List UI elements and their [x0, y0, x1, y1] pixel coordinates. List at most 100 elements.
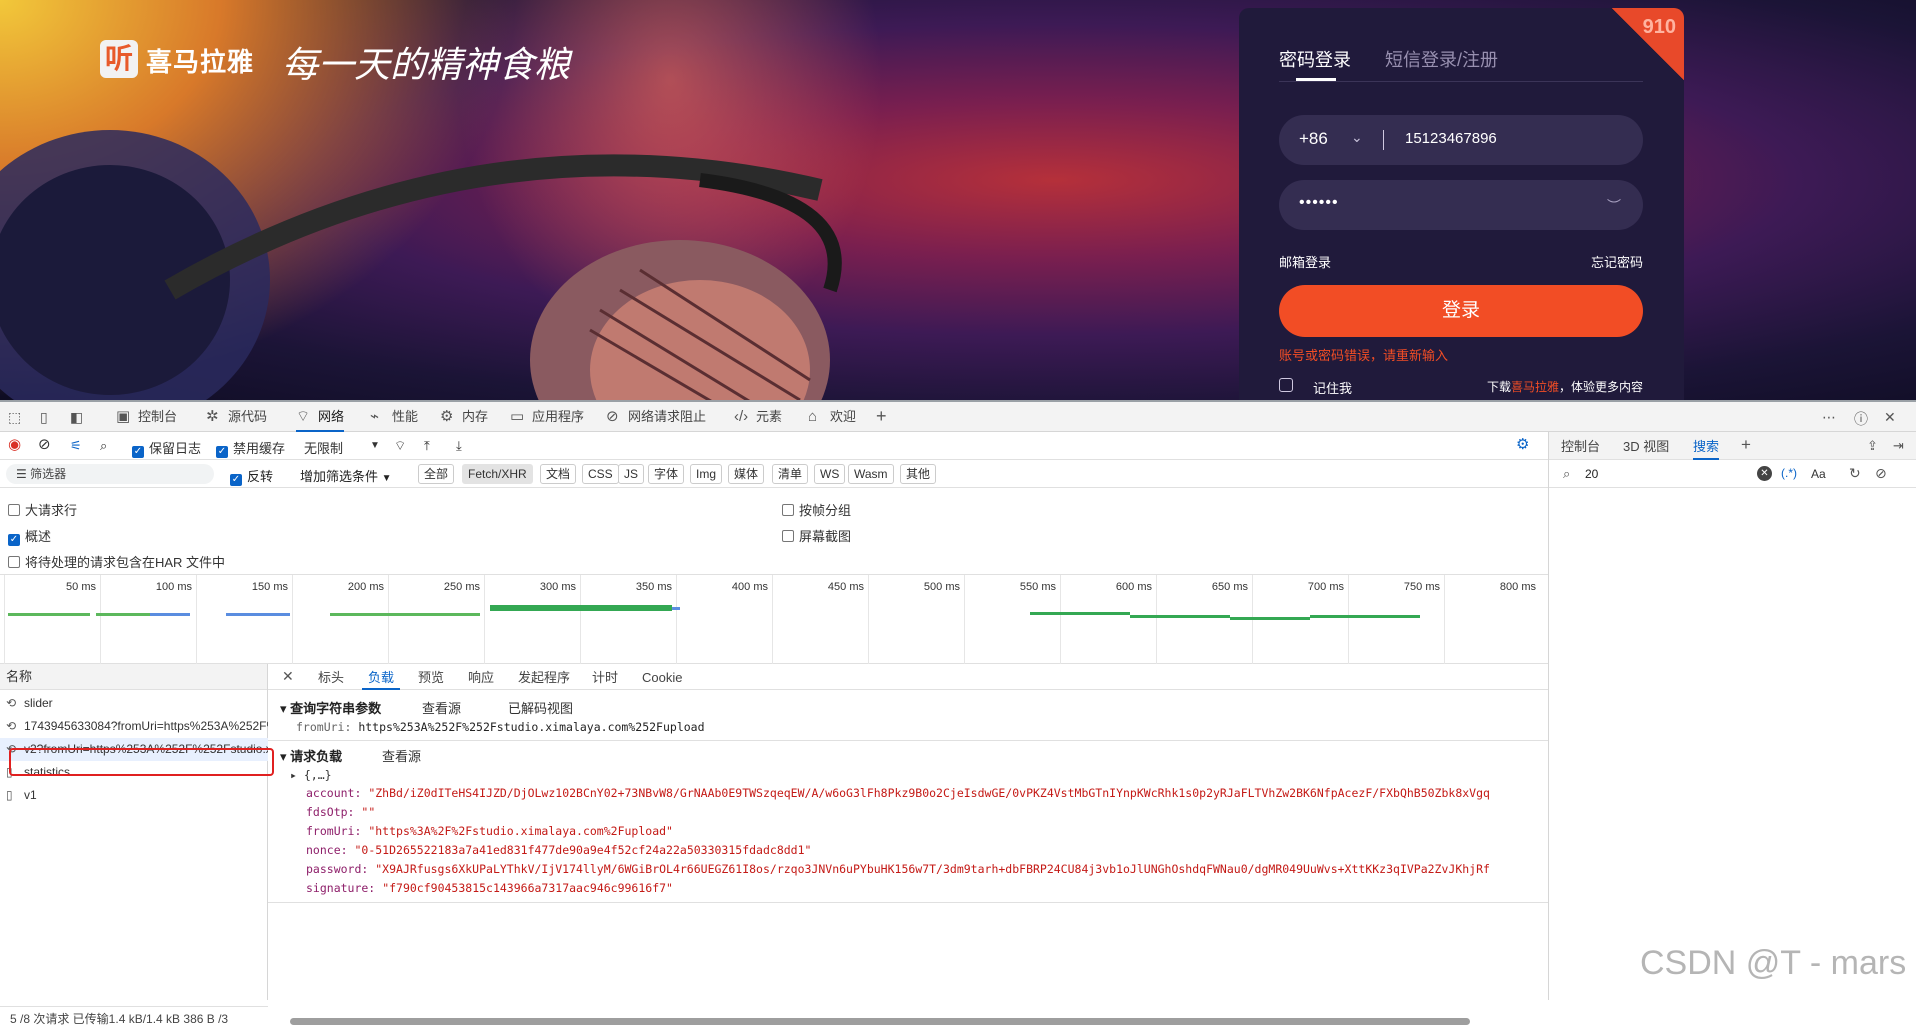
disable-cache-checkbox[interactable]: ✓ 禁用缓存	[216, 438, 285, 458]
request-row[interactable]: ⟲ slider	[0, 692, 268, 715]
remember-checkbox[interactable]	[1279, 378, 1293, 392]
type-filter-font[interactable]: 字体	[648, 464, 685, 484]
tab-network[interactable]: ⌔ 网络	[296, 402, 345, 432]
timeline-tick: 350 ms	[580, 575, 676, 665]
throttle-select[interactable]: 无限制	[304, 438, 343, 457]
request-row[interactable]: ▯ v1	[0, 784, 268, 807]
type-filter-all[interactable]: 全部	[418, 464, 455, 484]
type-filter-js[interactable]: JS	[618, 464, 645, 484]
refresh-icon[interactable]: ↻	[1849, 465, 1861, 482]
xhr-icon: ⟲	[6, 719, 17, 733]
type-filter-media[interactable]: 媒体	[728, 464, 765, 484]
tab-elements[interactable]: ‹/› 元素	[734, 402, 782, 432]
type-filter-doc[interactable]: 文档	[540, 464, 577, 484]
settings-gear-icon[interactable]: ⚙	[1516, 435, 1529, 453]
type-filter-fetch-xhr[interactable]: Fetch/XHR	[462, 464, 533, 484]
add-tab-icon[interactable]: +	[876, 406, 887, 427]
clear-search-icon[interactable]: ✕	[1757, 466, 1772, 481]
tab-search[interactable]: 搜索	[1693, 432, 1720, 460]
close-icon[interactable]: ✕	[1884, 409, 1896, 426]
phone-field[interactable]: +86 ⌄ 15123467896	[1279, 115, 1643, 165]
view-decoded-button[interactable]: 已解码视图	[508, 698, 573, 717]
request-row[interactable]: ⟲1743945633084?fromUri=https%253A%252F%2…	[0, 715, 268, 738]
import-har-icon[interactable]: ⤒	[424, 438, 430, 454]
password-input[interactable]: ••••••	[1299, 194, 1339, 212]
search-icon[interactable]: ⌕	[100, 438, 107, 454]
query-params-section[interactable]: ▾ 查询字符串参数	[280, 698, 381, 717]
type-filter-wasm[interactable]: Wasm	[848, 464, 894, 484]
type-filter-other[interactable]: 其他	[900, 464, 937, 484]
tab-preview[interactable]: 预览	[418, 664, 444, 690]
type-filter-ws[interactable]: WS	[814, 464, 846, 484]
tab-request-blocking[interactable]: ⊘ 网络请求阻止	[606, 402, 706, 432]
phone-input[interactable]: 15123467896	[1405, 130, 1497, 147]
clear-results-icon[interactable]: ⊘	[1875, 465, 1887, 482]
help-icon[interactable]: ⓘ	[1854, 409, 1868, 429]
tab-welcome[interactable]: ⌂ 欢迎	[808, 402, 856, 432]
tab-console[interactable]: ▣ 控制台	[116, 402, 177, 432]
login-button[interactable]: 登录	[1279, 285, 1643, 337]
filter-input[interactable]: ☰ 筛选器	[6, 464, 214, 484]
download-link[interactable]: 喜马拉雅	[1511, 380, 1559, 394]
close-icon[interactable]: ✕	[282, 668, 294, 685]
country-code-select[interactable]: +86	[1299, 129, 1328, 149]
screenshots-checkbox[interactable]: 屏幕截图	[782, 526, 851, 545]
qr-code-corner[interactable]: 910	[1612, 8, 1684, 80]
device-toolbar-icon[interactable]: ▯	[40, 409, 48, 426]
more-options-icon[interactable]: ⋯	[1822, 409, 1836, 426]
network-conditions-icon[interactable]: ⌔	[394, 438, 406, 454]
remember-label[interactable]: 记住我	[1313, 378, 1352, 397]
tab-payload[interactable]: 负载	[361, 664, 401, 690]
request-detail: ✕ 标头 负载 预览 响应 发起程序 计时 Cookie ▾ 查询字符串参数 查…	[268, 664, 1548, 1030]
preserve-log-checkbox[interactable]: ✓ 保留日志	[132, 438, 201, 458]
type-filter-img[interactable]: Img	[690, 464, 723, 484]
tab-cookie[interactable]: Cookie	[642, 664, 682, 690]
tab-initiator[interactable]: 发起程序	[518, 664, 570, 690]
scrollbar-thumb[interactable]	[290, 1018, 1470, 1025]
inspect-icon[interactable]: ⬚	[8, 409, 21, 426]
collapse-drawer-icon[interactable]: ⇥	[1893, 438, 1904, 454]
tab-timing[interactable]: 计时	[592, 664, 618, 690]
record-icon[interactable]: ◉	[8, 435, 21, 453]
invert-checkbox[interactable]: ✓ 反转	[230, 466, 273, 486]
big-rows-checkbox[interactable]: 大请求行	[8, 500, 77, 519]
password-field[interactable]: •••••• ︶	[1279, 180, 1643, 230]
filter-icon[interactable]: ⚟	[70, 438, 82, 454]
payload-preview[interactable]: ▸ {,…}	[290, 768, 332, 782]
tab-3d-view[interactable]: 3D 视图	[1623, 432, 1669, 460]
tab-headers[interactable]: 标头	[318, 664, 344, 690]
type-filter-manifest[interactable]: 清单	[772, 464, 809, 484]
email-login-link[interactable]: 邮箱登录	[1279, 252, 1331, 271]
tab-console[interactable]: 控制台	[1561, 432, 1600, 460]
group-by-frame-checkbox[interactable]: 按帧分组	[782, 500, 851, 519]
export-har-icon[interactable]: ⤓	[456, 438, 462, 454]
add-tab-icon[interactable]: +	[1741, 435, 1751, 455]
tab-sources[interactable]: ✲ 源代码	[206, 402, 267, 432]
har-checkbox[interactable]: 将待处理的请求包含在HAR 文件中	[8, 552, 225, 571]
eye-closed-icon[interactable]: ︶	[1607, 196, 1621, 216]
forgot-password-link[interactable]: 忘记密码	[1591, 252, 1643, 271]
timeline-overview[interactable]: 50 ms 100 ms 150 ms 200 ms 250 ms 300 ms 350 m…	[0, 574, 1548, 665]
undock-icon[interactable]: ⇪	[1867, 438, 1878, 454]
request-payload-section[interactable]: ▾ 请求负载	[280, 746, 342, 765]
chevron-down-icon[interactable]: ⌄	[1351, 129, 1363, 146]
tab-application[interactable]: ▭ 应用程序	[510, 402, 584, 432]
tab-password-login[interactable]: 密码登录	[1279, 46, 1351, 72]
type-filter-css[interactable]: CSS	[582, 464, 619, 484]
search-input[interactable]: 20	[1585, 467, 1598, 481]
column-header-name[interactable]: 名称	[0, 664, 267, 690]
tab-sms-login[interactable]: 短信登录/注册	[1385, 46, 1498, 72]
view-source-button[interactable]: 查看源	[422, 698, 461, 717]
tab-performance[interactable]: ⌁ 性能	[370, 402, 418, 432]
regex-toggle[interactable]: (.*)	[1781, 466, 1797, 480]
tab-memory[interactable]: ⚙ 内存	[440, 402, 488, 432]
chevron-down-icon[interactable]: ▼	[370, 440, 380, 451]
horizontal-scrollbar[interactable]	[276, 1016, 1540, 1026]
match-case-toggle[interactable]: Aa	[1811, 467, 1826, 481]
dock-icon[interactable]: ◧	[70, 409, 83, 426]
clear-icon[interactable]: ⊘	[38, 435, 51, 453]
more-filters-dropdown[interactable]: 增加筛选条件 ▼	[300, 466, 392, 485]
overview-checkbox[interactable]: ✓ 概述	[8, 526, 51, 546]
view-source-button[interactable]: 查看源	[382, 746, 421, 765]
tab-response[interactable]: 响应	[468, 664, 494, 690]
